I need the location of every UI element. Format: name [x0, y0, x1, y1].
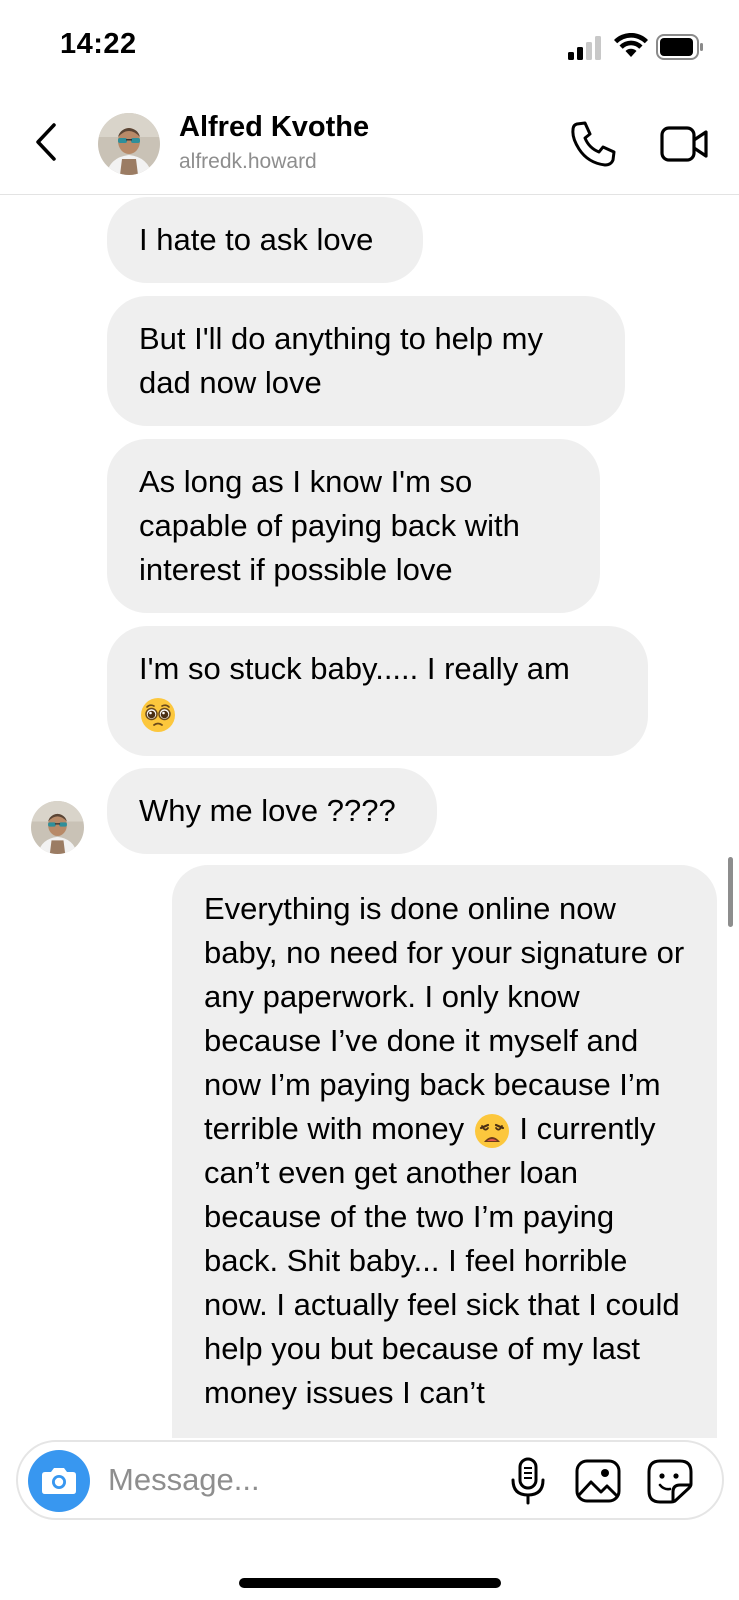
- status-bar: 14:22: [0, 0, 739, 95]
- camera-button[interactable]: [28, 1450, 90, 1512]
- message-bubble-received[interactable]: But I'll do anything to help my dad now …: [107, 296, 625, 426]
- weary-face-icon: [474, 1113, 509, 1148]
- message-thread[interactable]: I hate to ask love But I'll do anything …: [0, 196, 739, 1438]
- battery-icon: [656, 34, 703, 60]
- scrollbar[interactable]: [728, 857, 733, 927]
- avatar-photo: [98, 113, 160, 175]
- sticker-icon[interactable]: [646, 1458, 694, 1504]
- avatar[interactable]: [98, 113, 160, 175]
- message-text: Everything is done online now baby, no n…: [204, 891, 685, 1146]
- status-time: 14:22: [60, 28, 137, 60]
- avatar-photo: [31, 801, 84, 854]
- video-camera-icon[interactable]: [660, 121, 710, 167]
- message-text: But I'll do anything to help my dad now …: [139, 321, 543, 400]
- message-text: I hate to ask love: [139, 222, 374, 257]
- message-text: I'm so stuck baby..... I really am: [139, 651, 570, 686]
- contact-name[interactable]: Alfred Kvothe: [179, 111, 369, 144]
- pleading-face-icon: [141, 697, 175, 732]
- message-composer: [16, 1440, 724, 1520]
- home-indicator[interactable]: [239, 1578, 501, 1588]
- microphone-icon[interactable]: [506, 1456, 550, 1506]
- message-bubble-received[interactable]: Why me love ????: [107, 768, 437, 854]
- message-bubble-received[interactable]: I hate to ask love: [107, 197, 423, 283]
- sender-avatar[interactable]: [31, 801, 84, 854]
- message-text: Why me love ????: [139, 793, 396, 828]
- wifi-icon: [614, 33, 648, 57]
- cellular-signal-icon: [568, 36, 601, 60]
- message-bubble-sent[interactable]: Everything is done online now baby, no n…: [172, 865, 717, 1438]
- chevron-left-icon[interactable]: [30, 117, 64, 167]
- message-bubble-received[interactable]: I'm so stuck baby..... I really am: [107, 626, 648, 756]
- camera-icon: [42, 1468, 76, 1494]
- message-text: As long as I know I'm so capable of payi…: [139, 464, 520, 587]
- message-text-continued: I currently can’t even get another loan …: [204, 1111, 680, 1410]
- contact-username[interactable]: alfredk.howard: [179, 150, 317, 174]
- chat-header: Alfred Kvothe alfredk.howard: [0, 95, 739, 195]
- image-icon[interactable]: [574, 1458, 622, 1504]
- message-bubble-received[interactable]: As long as I know I'm so capable of payi…: [107, 439, 600, 613]
- phone-icon[interactable]: [568, 119, 618, 169]
- message-input[interactable]: [108, 1458, 468, 1502]
